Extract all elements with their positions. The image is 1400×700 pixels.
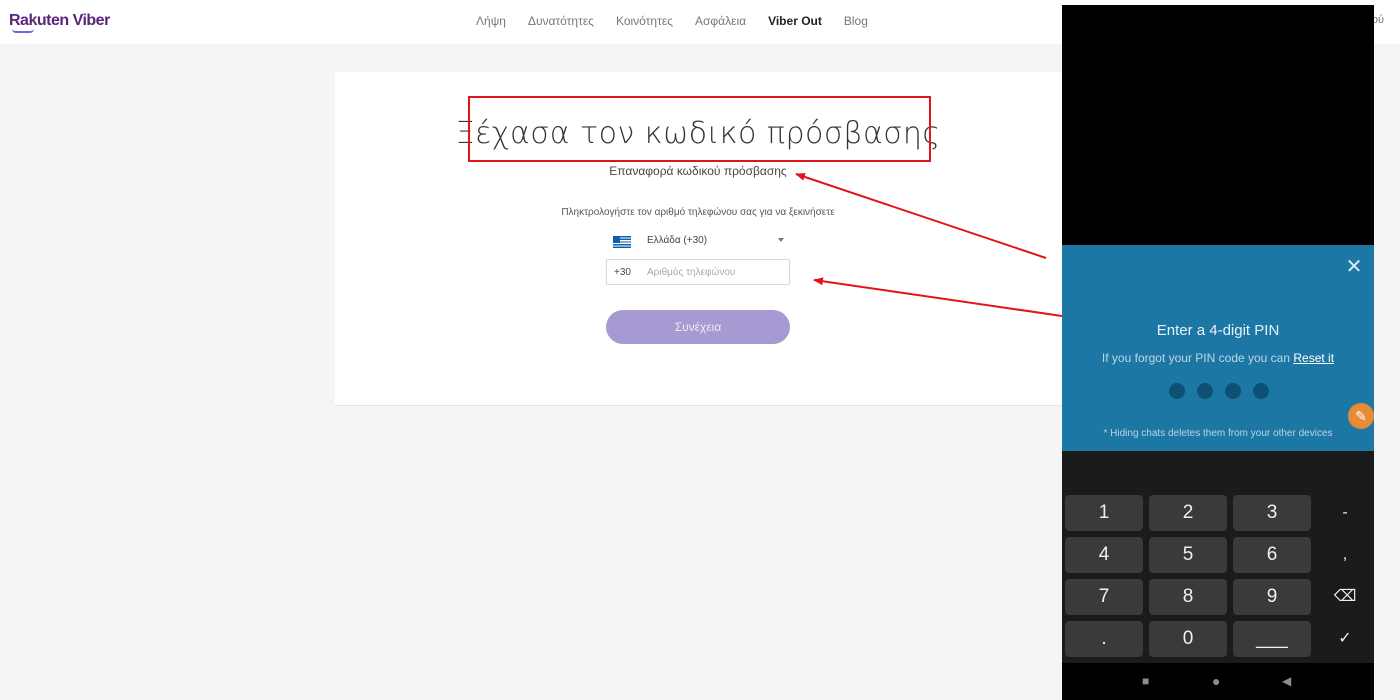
phone-screenshot: ✕ Enter a 4-digit PIN If you forgot your… bbox=[1062, 5, 1374, 700]
pin-dot bbox=[1197, 383, 1213, 399]
rakuten-viber-logo[interactable]: Rakuten Viber bbox=[9, 12, 110, 30]
pin-dot bbox=[1169, 383, 1185, 399]
key-dot[interactable]: . bbox=[1065, 621, 1143, 657]
close-icon[interactable]: ✕ bbox=[1344, 257, 1364, 277]
phone-prefix: +30 bbox=[614, 267, 631, 278]
checkmark-icon[interactable]: ✓ bbox=[1321, 621, 1369, 657]
numeric-keypad: 1 2 3 - 4 5 6 , 7 8 9 ⌫ . 0 ___ ✓ bbox=[1062, 451, 1374, 663]
key-space[interactable]: ___ bbox=[1233, 621, 1311, 657]
key-1[interactable]: 1 bbox=[1065, 495, 1143, 531]
phone-number-input[interactable] bbox=[647, 263, 785, 281]
key-0[interactable]: 0 bbox=[1149, 621, 1227, 657]
nav-item-features[interactable]: Δυνατότητες bbox=[528, 14, 594, 28]
key-3[interactable]: 3 bbox=[1233, 495, 1311, 531]
greece-flag-icon bbox=[613, 236, 631, 248]
page-subtitle: Επαναφορά κωδικού πρόσβασης bbox=[609, 164, 787, 178]
phone-field: +30 bbox=[606, 259, 790, 285]
main-nav: Λήψη Δυνατότητες Κοινότητες Ασφάλεια Vib… bbox=[476, 14, 890, 28]
logo-swoosh-icon bbox=[12, 29, 34, 33]
country-select-label: Ελλάδα (+30) bbox=[647, 235, 708, 246]
pin-note: * Hiding chats deletes them from your ot… bbox=[1103, 428, 1333, 439]
key-7[interactable]: 7 bbox=[1065, 579, 1143, 615]
key-6[interactable]: 6 bbox=[1233, 537, 1311, 573]
key-9[interactable]: 9 bbox=[1233, 579, 1311, 615]
nav-item-viber-out[interactable]: Viber Out bbox=[768, 14, 822, 28]
annotation-highlight-box bbox=[468, 96, 931, 162]
pin-title: Enter a 4-digit PIN bbox=[1156, 322, 1280, 339]
brush-icon[interactable]: ✎ bbox=[1348, 403, 1374, 429]
chevron-down-icon bbox=[778, 238, 784, 242]
key-comma[interactable]: , bbox=[1321, 537, 1369, 573]
nav-item-download[interactable]: Λήψη bbox=[476, 14, 506, 28]
pin-dot bbox=[1225, 383, 1241, 399]
pin-dot bbox=[1253, 383, 1269, 399]
continue-button[interactable]: Συνέχεια bbox=[606, 310, 790, 344]
android-nav-bar: ■ ● ◀ bbox=[1062, 663, 1374, 700]
reset-pin-link[interactable]: Reset it bbox=[1293, 351, 1334, 365]
pin-dialog: ✕ Enter a 4-digit PIN If you forgot your… bbox=[1062, 245, 1374, 451]
pin-hint: If you forgot your PIN code you can Rese… bbox=[1062, 351, 1374, 365]
key-2[interactable]: 2 bbox=[1149, 495, 1227, 531]
nav-item-security[interactable]: Ασφάλεια bbox=[695, 14, 746, 28]
key-5[interactable]: 5 bbox=[1149, 537, 1227, 573]
backspace-icon[interactable]: ⌫ bbox=[1321, 579, 1369, 615]
key-8[interactable]: 8 bbox=[1149, 579, 1227, 615]
pin-hint-text: If you forgot your PIN code you can bbox=[1101, 351, 1291, 365]
country-select[interactable]: Ελλάδα (+30) bbox=[613, 233, 788, 251]
back-icon[interactable]: ◀ bbox=[1282, 674, 1291, 688]
pin-dots bbox=[1169, 383, 1269, 399]
instruction-text: Πληκτρολογήστε τον αριθμό τηλεφώνου σας … bbox=[561, 207, 835, 218]
key-4[interactable]: 4 bbox=[1065, 537, 1143, 573]
nav-item-communities[interactable]: Κοινότητες bbox=[616, 14, 673, 28]
home-icon[interactable]: ● bbox=[1212, 673, 1220, 689]
nav-item-blog[interactable]: Blog bbox=[844, 14, 868, 28]
recents-icon[interactable]: ■ bbox=[1142, 674, 1149, 688]
key-minus[interactable]: - bbox=[1321, 495, 1369, 531]
